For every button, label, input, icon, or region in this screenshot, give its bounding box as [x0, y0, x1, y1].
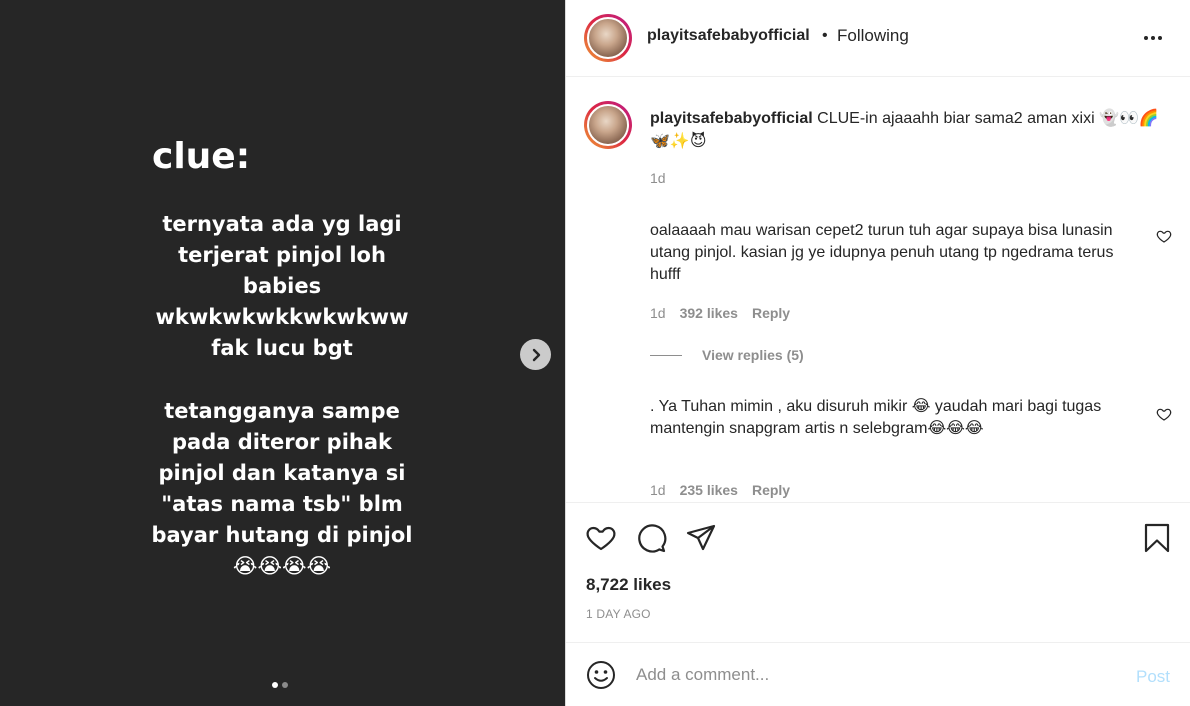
- comment-like-icon[interactable]: [1156, 228, 1172, 244]
- header-username[interactable]: playitsafebabyofficial: [647, 27, 810, 45]
- comment-meta: 1d 235 likes Reply: [650, 482, 804, 498]
- slide-dot-active: [272, 682, 278, 688]
- comment-time[interactable]: 1d: [650, 305, 666, 321]
- avatar[interactable]: [584, 14, 632, 62]
- comment-likes[interactable]: 235 likes: [680, 482, 738, 498]
- following-button[interactable]: Following: [837, 26, 909, 46]
- comments-section[interactable]: playitsafebabyofficial CLUE-in ajaaahh b…: [566, 77, 1190, 502]
- post-media: clue: ternyata ada yg lagi terjerat pinj…: [0, 0, 565, 706]
- post-date: 1 DAY AGO: [586, 607, 651, 621]
- slide-indicator: [272, 682, 288, 688]
- chevron-right-icon: [532, 348, 540, 361]
- likes-count[interactable]: 8,722 likes: [586, 575, 671, 595]
- comment-likes[interactable]: 392 likes: [680, 305, 738, 321]
- more-options-icon[interactable]: [1144, 36, 1162, 40]
- share-icon[interactable]: [685, 522, 717, 554]
- comment-composer: Post: [566, 642, 1190, 706]
- comment-meta: 1d 392 likes Reply: [650, 305, 804, 321]
- reply-button[interactable]: Reply: [752, 482, 790, 498]
- post-panel: playitsafebabyofficial • Following playi…: [565, 0, 1190, 706]
- post-button[interactable]: Post: [1136, 667, 1170, 687]
- comment-like-icon[interactable]: [1156, 406, 1172, 422]
- caption-avatar[interactable]: [584, 101, 632, 149]
- reply-button[interactable]: Reply: [752, 305, 790, 321]
- view-replies-button[interactable]: View replies (5): [650, 347, 804, 363]
- slide-dot: [282, 682, 288, 688]
- story-text-paragraph-2: tetangganya sampe pada diteror pihak pin…: [151, 399, 413, 578]
- bookmark-icon[interactable]: [1141, 522, 1173, 554]
- caption: playitsafebabyofficial CLUE-in ajaaahh b…: [650, 107, 1170, 153]
- story-title: clue:: [152, 136, 251, 177]
- comment-text: . Ya Tuhan mimin , aku disuruh mikir 😂 y…: [650, 398, 1102, 437]
- comment-icon[interactable]: [635, 522, 667, 554]
- emoji-icon[interactable]: [586, 660, 616, 690]
- story-text-paragraph-1: ternyata ada yg lagi terjerat pinjol loh…: [155, 212, 409, 360]
- post-header: playitsafebabyofficial • Following: [566, 0, 1190, 77]
- comment-time[interactable]: 1d: [650, 482, 666, 498]
- heart-icon[interactable]: [585, 522, 617, 554]
- comment-text: oalaaaah mau warisan cepet2 turun tuh ag…: [650, 222, 1114, 283]
- header-separator: •: [822, 27, 828, 44]
- view-replies-label: View replies (5): [702, 347, 804, 363]
- post-actions: 8,722 likes 1 DAY AGO: [566, 502, 1190, 642]
- replies-line: [650, 354, 682, 356]
- caption-time[interactable]: 1d: [650, 170, 666, 186]
- next-slide-button[interactable]: [520, 339, 551, 370]
- comment-input[interactable]: [636, 661, 1116, 689]
- caption-username[interactable]: playitsafebabyofficial: [650, 110, 813, 127]
